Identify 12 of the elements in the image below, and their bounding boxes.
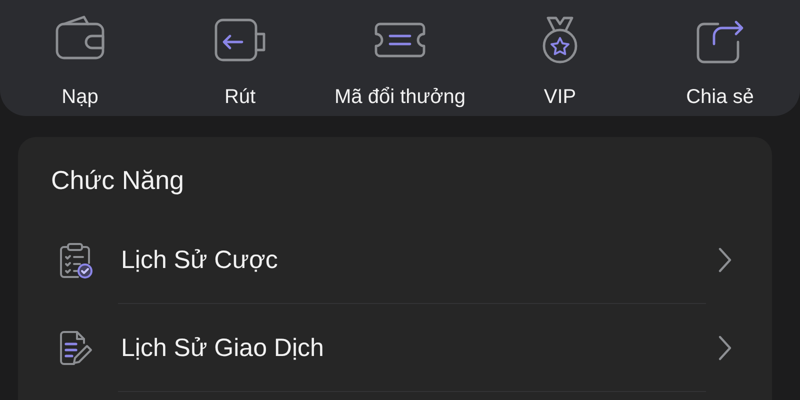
section-title: Chức Năng (51, 165, 186, 196)
menu-item-label: Lịch Sử Giao Dịch (121, 334, 325, 362)
chevron-right-icon (718, 335, 732, 361)
action-label[interactable]: Mã đổi thưởng (334, 86, 466, 109)
action-label[interactable]: Nạp (62, 86, 98, 109)
menu-item-label: Lịch Sử Cược (121, 246, 279, 274)
menu-item[interactable]: Lịch Sử Cược (51, 216, 732, 304)
action-label[interactable]: VIP (544, 86, 576, 109)
action-label[interactable]: Chia sẻ (686, 86, 754, 109)
action-label[interactable]: Rút (224, 86, 256, 109)
menu-item[interactable]: Lịch Sử Giao Dịch (51, 304, 732, 392)
chevron-right-icon (718, 247, 732, 273)
